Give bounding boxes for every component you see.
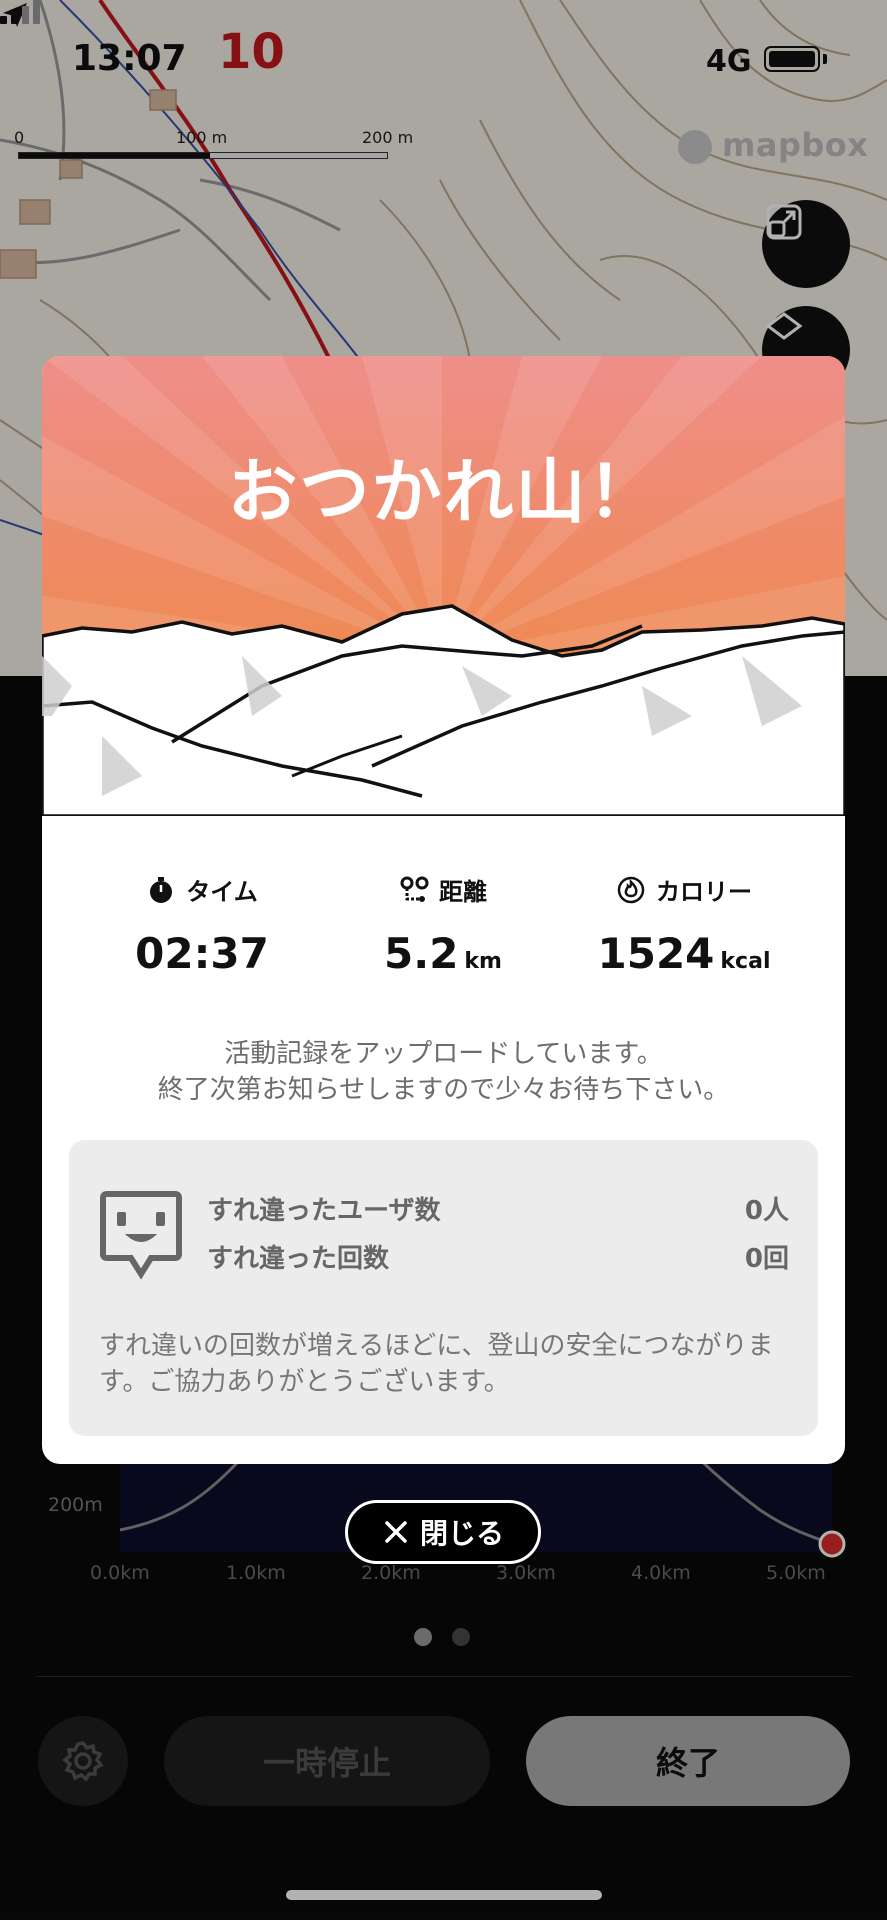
encounter-face-icon (100, 1191, 182, 1280)
stat-distance: 距離 5.2 km (313, 872, 573, 978)
close-button-label: 閉じる (419, 1517, 504, 1550)
encounter-users-label: すれ違ったユーザ数 (207, 1196, 441, 1226)
modal-title: おつかれ山！ (227, 451, 660, 533)
encounter-summary: すれ違ったユーザ数 0人 すれ違った回数 0回 すれ違いの回数が増えるほどに、登… (69, 1140, 818, 1436)
encounter-count-value: 0回 (744, 1244, 789, 1274)
stopwatch-icon (150, 876, 173, 903)
mountain-banner (42, 356, 845, 816)
close-icon (385, 1521, 407, 1543)
flame-icon (617, 876, 645, 903)
encounter-note: すれ違いの回数が増えるほどに、登山の安全につながります。ご協力ありがとうございま… (99, 1331, 774, 1397)
stat-distance-label: 距離 (439, 878, 487, 906)
upload-message-line-1: 活動記録をアップロードしています。 (224, 1039, 663, 1069)
stat-distance-value: 5.2 (384, 929, 459, 978)
encounter-count-label: すれ違った回数 (207, 1244, 390, 1274)
upload-message: 活動記録をアップロードしています。 終了次第お知らせしますので少々お待ち下さい。 (42, 1036, 845, 1108)
encounter-users-value: 0人 (744, 1196, 789, 1226)
close-button[interactable]: 閉じる (345, 1500, 541, 1564)
stat-time-label: タイム (186, 878, 258, 906)
route-icon (400, 876, 429, 902)
stat-calories-unit: kcal (720, 949, 771, 974)
encounter-users-row: すれ違ったユーザ数 0人 (207, 1190, 789, 1227)
stat-time: タイム 02:37 (72, 872, 332, 978)
upload-message-line-2: 終了次第お知らせしますので少々お待ち下さい。 (157, 1075, 730, 1105)
stat-time-value: 02:37 (135, 929, 269, 978)
stat-distance-unit: km (464, 949, 502, 974)
stat-calories-value: 1524 (597, 929, 715, 978)
stat-calories: カロリー 1524 kcal (554, 872, 814, 978)
stat-calories-label: カロリー (656, 878, 752, 906)
encounter-count-row: すれ違った回数 0回 (207, 1238, 789, 1275)
summit-complete-dialog: おつかれ山！ タイム 02:37 距離 5.2 km カロリー 1524 kca… (42, 356, 845, 1464)
